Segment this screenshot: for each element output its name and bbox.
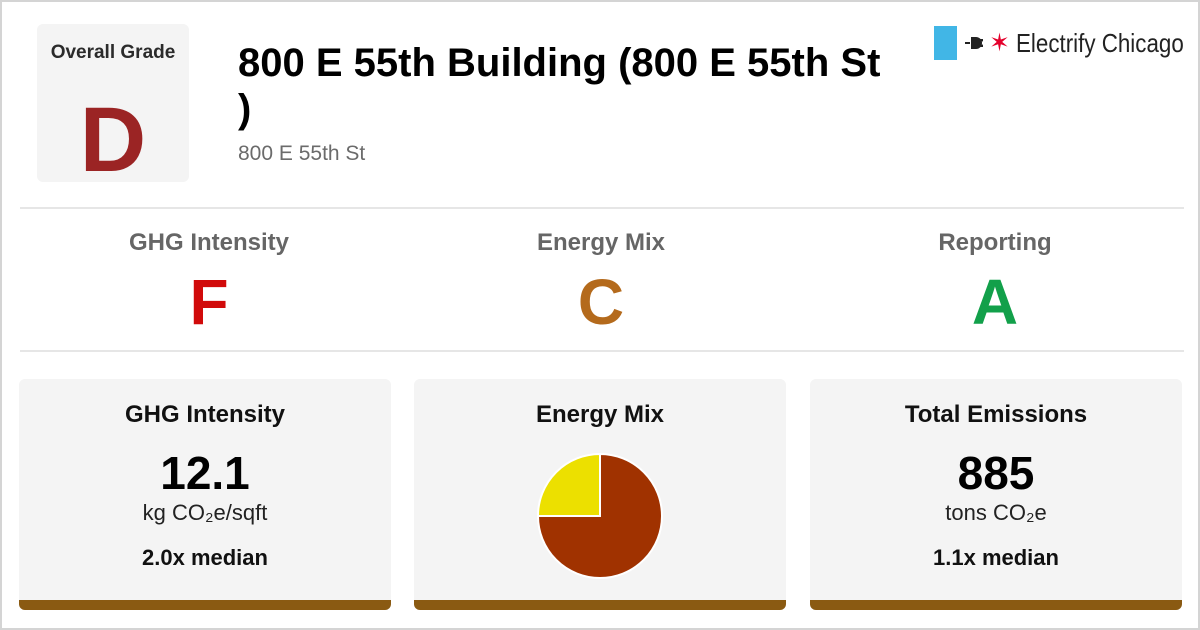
chicago-flag-stripe-icon	[934, 26, 957, 60]
total-emissions-value: 885	[957, 447, 1035, 499]
total-emissions-median: 1.1x median	[933, 545, 1059, 570]
card-accent-bar	[810, 600, 1182, 610]
card-title: Total Emissions	[904, 401, 1088, 428]
total-emissions-unit: tons CO₂e	[945, 500, 1047, 525]
energy-mix-card: Energy Mix	[414, 379, 786, 610]
divider	[20, 207, 1184, 209]
subgrade-ghg-intensity: GHG Intensity F	[12, 228, 406, 338]
card-title: GHG Intensity	[124, 401, 286, 428]
subgrade-reporting: Reporting A	[798, 228, 1192, 338]
subgrade-label: Energy Mix	[536, 229, 666, 256]
subgrade-energy-mix: Energy Mix C	[404, 228, 798, 338]
subgrade-label: GHG Intensity	[128, 229, 290, 256]
energy-mix-pie-chart	[536, 452, 663, 579]
divider	[20, 350, 1184, 352]
chicago-star-icon: ✶	[989, 28, 1010, 57]
subgrade-letter: F	[189, 266, 229, 338]
card-accent-bar	[19, 600, 391, 610]
ghg-intensity-value: 12.1	[160, 447, 250, 499]
ghg-intensity-card: GHG Intensity 12.1 kg CO₂e/sqft 2.0x med…	[19, 379, 391, 610]
subgrade-label: Reporting	[938, 229, 1052, 256]
card-accent-bar	[414, 600, 786, 610]
overall-grade-letter: D	[79, 89, 147, 191]
subgrade-letter: A	[971, 266, 1019, 338]
grade-card-frame: Overall Grade D 800 E 55th Building (800…	[0, 0, 1200, 630]
electrify-chicago-logo[interactable]: ✶ Electrify Chicago	[934, 26, 1200, 60]
logo-text: Electrify Chicago	[1015, 27, 1184, 58]
total-emissions-card: Total Emissions 885 tons CO₂e 1.1x media…	[810, 379, 1182, 610]
subgrade-letter: C	[577, 266, 625, 338]
ghg-intensity-median: 2.0x median	[142, 545, 268, 570]
overall-grade-box: Overall Grade D	[37, 24, 189, 186]
overall-grade-label: Overall Grade	[50, 42, 176, 63]
pie-slice-1	[536, 452, 601, 517]
ghg-intensity-unit: kg CO₂e/sqft	[142, 500, 268, 525]
building-address: 800 E 55th St	[238, 142, 366, 165]
building-title: 800 E 55th Building (800 E 55th St )	[238, 41, 881, 131]
plug-icon	[965, 37, 983, 49]
card-title: Energy Mix	[535, 401, 665, 428]
